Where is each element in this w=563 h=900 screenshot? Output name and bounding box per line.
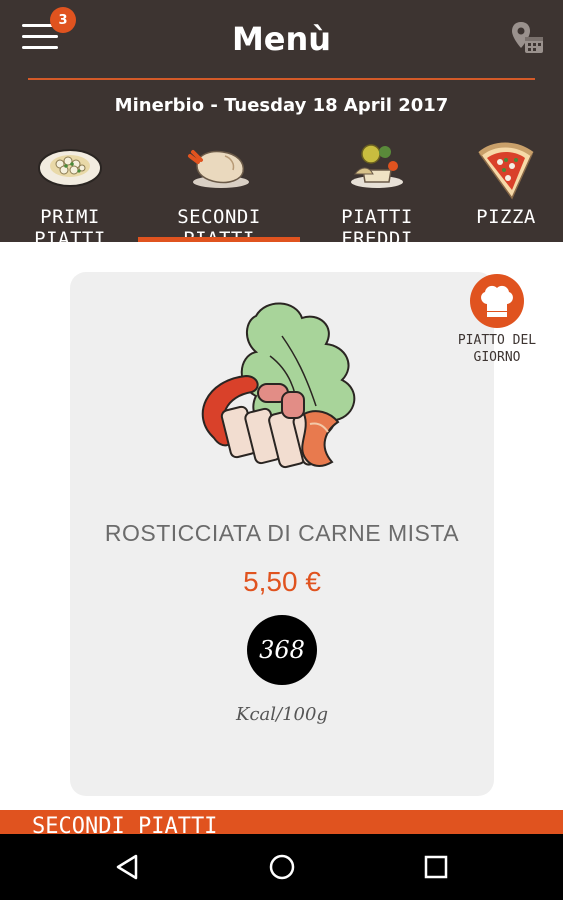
back-button[interactable]	[87, 834, 167, 900]
tab-label: SECONDI PIATTI	[177, 206, 261, 250]
recents-button[interactable]	[396, 834, 476, 900]
tab-label: PIZZA	[476, 206, 536, 228]
tab-label: PRIMI PIATTI	[34, 206, 106, 250]
tab-piatti-freddi[interactable]: PIATTI FREDDI	[308, 138, 446, 250]
header-divider	[28, 78, 535, 80]
tab-secondi-piatti[interactable]: SECONDI PIATTI	[138, 138, 300, 250]
home-button[interactable]	[242, 834, 322, 900]
dish-price: 5,50 €	[243, 566, 321, 597]
roast-chicken-icon	[188, 150, 249, 188]
dish-name: ROSTICCIATA DI CARNE MISTA	[104, 520, 460, 546]
pdg-label-line2: GIORNO	[473, 350, 521, 365]
home-icon	[269, 854, 295, 880]
section-label: SECONDI PIATTI	[32, 814, 218, 834]
pizza-slice-icon	[478, 142, 534, 200]
system-nav-bar	[0, 834, 563, 900]
cold-plate-icon	[351, 144, 403, 188]
tab-pizza[interactable]: PIZZA	[456, 138, 556, 242]
back-icon	[116, 854, 138, 880]
dish-image	[186, 296, 376, 500]
kcal-badge: 368	[247, 615, 317, 685]
section-header: SECONDI PIATTI	[0, 810, 563, 834]
tab-primi-piatti[interactable]: PRIMI PIATTI	[8, 138, 132, 250]
kcal-unit: Kcal/100g	[236, 704, 328, 725]
chef-hat-icon	[470, 274, 524, 328]
active-tab-indicator	[138, 237, 300, 242]
location-date: Minerbio - Tuesday 18 April 2017	[114, 95, 449, 116]
app-header: 3 Menù Minerbio - Tuesday 18 April 2017	[0, 0, 563, 250]
pdg-label-line1: PIATTO DEL	[457, 333, 537, 348]
pasta-plate-icon	[38, 149, 102, 187]
page-title: Menù	[231, 20, 332, 58]
tab-label: PIATTI FREDDI	[341, 206, 413, 250]
piatto-del-giorno-badge: PIATTO DEL GIORNO	[450, 274, 544, 366]
recents-icon	[424, 855, 448, 879]
mixed-grill-icon	[201, 302, 356, 469]
location-calendar-button[interactable]	[509, 20, 545, 56]
location-calendar-icon	[512, 22, 543, 53]
